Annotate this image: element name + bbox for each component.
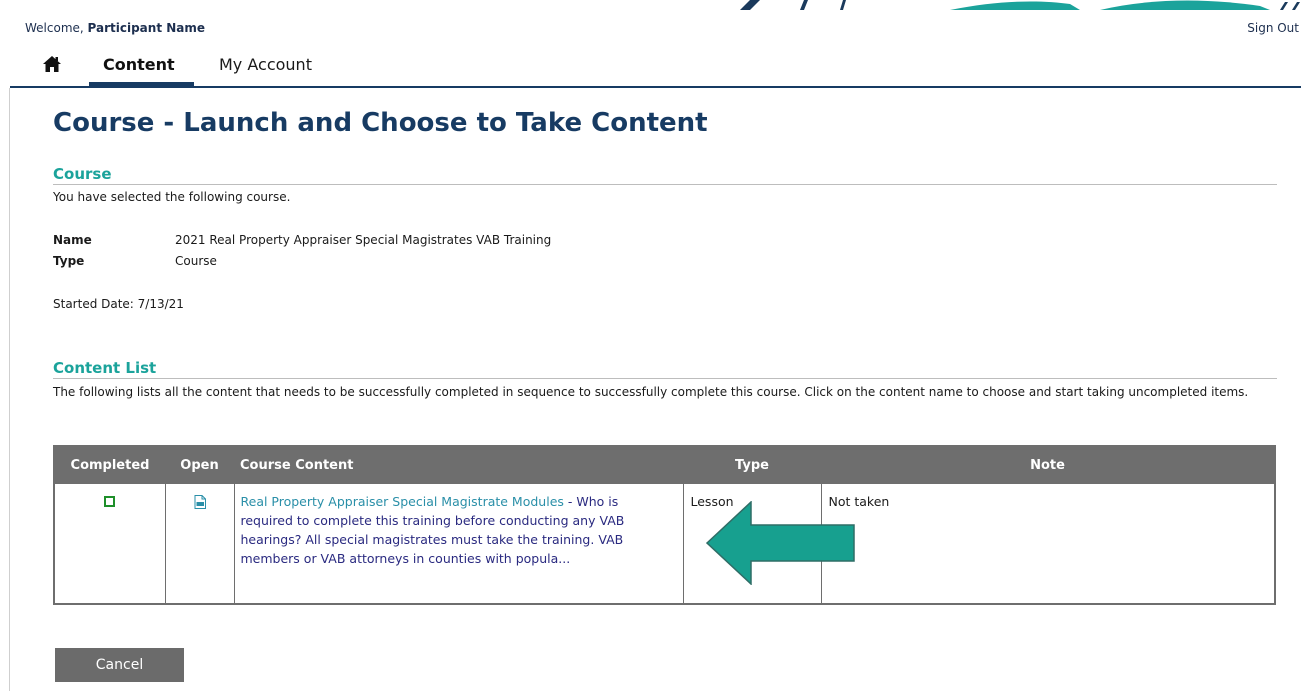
welcome-prefix: Welcome, [25, 21, 88, 35]
course-type-value: Course [175, 254, 217, 268]
cell-completed [55, 484, 166, 603]
welcome-message: Welcome, Participant Name [25, 21, 205, 35]
content-list-description: The following lists all the content that… [53, 385, 1249, 399]
content-separator: - [563, 494, 577, 509]
page-title: Course - Launch and Choose to Take Conte… [53, 108, 708, 138]
course-section-rule [53, 184, 1277, 185]
pointer-arrow-annotation [706, 501, 855, 585]
cell-open [165, 484, 235, 603]
checkbox-empty-icon [104, 496, 116, 507]
started-date: Started Date: 7/13/21 [53, 297, 184, 311]
header-swoosh-decoration [740, 0, 1300, 10]
tab-content[interactable]: Content [103, 55, 175, 74]
content-list-rule [53, 378, 1277, 379]
participant-name: Participant Name [87, 21, 206, 35]
left-border [9, 88, 10, 691]
content-item-link[interactable]: Real Property Appraiser Special Magistra… [241, 494, 564, 509]
course-intro-text: You have selected the following course. [53, 190, 291, 204]
tab-my-account[interactable]: My Account [219, 55, 312, 74]
home-icon[interactable] [42, 55, 62, 73]
course-type-label: Type [53, 254, 85, 268]
col-header-course-content: Course Content [234, 447, 683, 484]
col-header-type: Type [683, 447, 821, 484]
cell-note: Not taken [828, 494, 890, 509]
nav-divider [10, 86, 1301, 88]
document-icon[interactable] [194, 495, 206, 509]
table-row: Real Property Appraiser Special Magistra… [55, 484, 1274, 603]
course-name-value: 2021 Real Property Appraiser Special Mag… [175, 233, 552, 247]
content-list-heading: Content List [53, 359, 157, 377]
col-header-open: Open [165, 447, 234, 484]
course-section-heading: Course [53, 165, 112, 183]
course-name-label: Name [53, 233, 92, 247]
sign-out-link[interactable]: Sign Out [1247, 21, 1299, 35]
col-header-completed: Completed [55, 447, 165, 484]
page: Welcome, Participant Name Sign Out Conte… [0, 0, 1301, 691]
cancel-button[interactable]: Cancel [55, 648, 184, 682]
cell-course-content: Real Property Appraiser Special Magistra… [234, 484, 684, 603]
col-header-note: Note [821, 447, 1274, 484]
content-table: Completed Open Course Content Type Note [53, 445, 1276, 605]
table-header-row: Completed Open Course Content Type Note [55, 447, 1274, 484]
